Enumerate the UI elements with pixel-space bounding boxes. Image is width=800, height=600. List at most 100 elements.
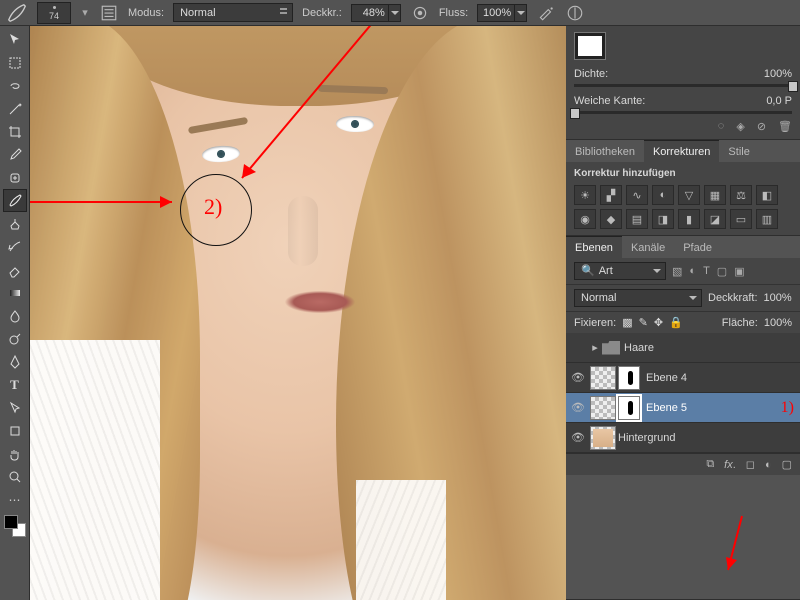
hand-tool[interactable] [3,442,27,465]
lock-transparent-icon[interactable]: ▩ [622,316,632,329]
pressure-opacity-icon[interactable] [410,3,430,23]
brush-size-preview[interactable]: 74 [37,2,71,24]
history-brush-tool[interactable] [3,235,27,258]
healing-brush-tool[interactable] [3,166,27,189]
adj-channel-mixer-icon[interactable]: ◆ [600,209,622,229]
tab-channels[interactable]: Kanäle [622,236,674,258]
flow-input[interactable]: 100% [477,4,515,22]
visibility-toggle[interactable]: 👁 [566,371,590,384]
adj-exposure-icon[interactable]: ◐ [652,185,674,205]
brush-picker-chevron-icon[interactable]: ▾ [80,6,90,19]
density-slider[interactable] [574,84,792,87]
filter-adjust-icon[interactable]: ◐ [689,265,696,278]
lock-all-icon[interactable]: 🔒 [669,316,683,329]
clone-stamp-tool[interactable] [3,212,27,235]
layer-ebene-5[interactable]: 👁 Ebene 5 1) [566,393,800,423]
layer-filter-select[interactable]: 🔍Art [574,262,666,280]
layer-thumb[interactable] [590,366,616,390]
move-tool[interactable] [3,28,27,51]
new-fill-adjust-icon[interactable]: ◐ [765,459,772,471]
add-mask-icon[interactable]: ◻ [746,458,755,471]
filter-type-icon[interactable]: T [703,265,710,278]
adj-color-balance-icon[interactable]: ⚖ [730,185,752,205]
adj-invert-icon[interactable]: ◨ [652,209,674,229]
filter-pixel-icon[interactable]: ▧ [672,265,682,278]
blend-mode-select[interactable]: Normal [173,3,293,22]
edit-toolbar-icon[interactable]: ⋯ [3,488,27,511]
pen-tool[interactable] [3,350,27,373]
mask-preview-thumb[interactable] [574,32,606,60]
adj-hue-icon[interactable]: ▦ [704,185,726,205]
adj-levels-icon[interactable]: ▞ [600,185,622,205]
adj-posterize-icon[interactable]: ▮ [678,209,700,229]
feather-slider[interactable] [574,111,792,114]
layer-thumb[interactable] [590,396,616,420]
layer-fx-icon[interactable]: fx. [724,459,736,471]
brush-panel-toggle-icon[interactable] [99,3,119,23]
crop-tool[interactable] [3,120,27,143]
marquee-tool[interactable] [3,51,27,74]
mask-thumb[interactable] [618,396,640,420]
eraser-tool[interactable] [3,258,27,281]
visibility-toggle[interactable]: 👁 [566,401,590,414]
path-selection-tool[interactable] [3,396,27,419]
tab-libraries[interactable]: Bibliotheken [566,140,644,162]
flow-flyout[interactable] [515,4,527,22]
mask-thumb[interactable] [618,366,640,390]
airbrush-icon[interactable] [536,3,556,23]
mask-delete-icon[interactable]: 🗑 [778,120,792,133]
tab-adjustments[interactable]: Korrekturen [644,140,719,162]
document-canvas[interactable]: 2) [30,26,566,600]
eyedropper-tool[interactable] [3,143,27,166]
layer-thumb[interactable] [590,426,616,450]
adj-brightness-icon[interactable]: ☀ [574,185,596,205]
adj-curves-icon[interactable]: ∿ [626,185,648,205]
adj-gradient-map-icon[interactable]: ▭ [730,209,752,229]
tab-paths[interactable]: Pfade [674,236,721,258]
mask-load-selection-icon[interactable]: ◌ [718,120,725,133]
layer-name[interactable]: Ebene 4 [646,372,794,384]
opacity-input[interactable]: 48% [351,4,389,22]
filter-shape-icon[interactable]: ▢ [717,265,727,278]
lasso-tool[interactable] [3,74,27,97]
layer-blend-mode-select[interactable]: Normal [574,289,702,307]
folder-icon [602,341,620,355]
adj-photo-filter-icon[interactable]: ◉ [574,209,596,229]
type-tool[interactable]: T [3,373,27,396]
adj-threshold-icon[interactable]: ◪ [704,209,726,229]
mask-apply-icon[interactable]: ◈ [736,120,744,133]
disclose-icon[interactable]: ▸ [590,341,600,354]
dodge-tool[interactable] [3,327,27,350]
tab-styles[interactable]: Stile [719,140,758,162]
layer-background[interactable]: 👁 Hintergrund [566,423,800,453]
adj-color-lookup-icon[interactable]: ▤ [626,209,648,229]
filter-smart-icon[interactable]: ▣ [734,265,744,278]
pressure-size-icon[interactable] [565,3,585,23]
shape-tool[interactable] [3,419,27,442]
opacity-flyout[interactable] [389,4,401,22]
color-swatches[interactable] [4,515,26,537]
tab-layers[interactable]: Ebenen [566,236,622,258]
layer-name[interactable]: Hintergrund [618,432,794,444]
magic-wand-tool[interactable] [3,97,27,120]
blur-tool[interactable] [3,304,27,327]
tool-preset-icon[interactable] [6,3,28,23]
zoom-tool[interactable] [3,465,27,488]
visibility-toggle[interactable]: 👁 [566,431,590,444]
brush-tool[interactable] [3,189,27,212]
layer-group-haare[interactable]: ▸ Haare [566,333,800,363]
layer-name[interactable]: Haare [624,342,794,354]
gradient-tool[interactable] [3,281,27,304]
lock-pixels-icon[interactable]: ✎ [639,316,648,329]
adj-selective-color-icon[interactable]: ▥ [756,209,778,229]
link-layers-icon[interactable]: ⧉ [706,458,714,471]
adj-vibrance-icon[interactable]: ▽ [678,185,700,205]
layer-name[interactable]: Ebene 5 [646,402,773,414]
new-group-icon[interactable]: ▢ [782,458,792,471]
lock-position-icon[interactable]: ✥ [654,316,663,329]
adjustments-grid: ☀ ▞ ∿ ◐ ▽ ▦ ⚖ ◧ ◉ ◆ ▤ ◨ ▮ ◪ ▭ ▥ [574,185,792,229]
foreground-swatch[interactable] [4,515,18,529]
adj-bw-icon[interactable]: ◧ [756,185,778,205]
layer-ebene-4[interactable]: 👁 Ebene 4 [566,363,800,393]
mask-disable-icon[interactable]: ⊘ [757,120,766,133]
